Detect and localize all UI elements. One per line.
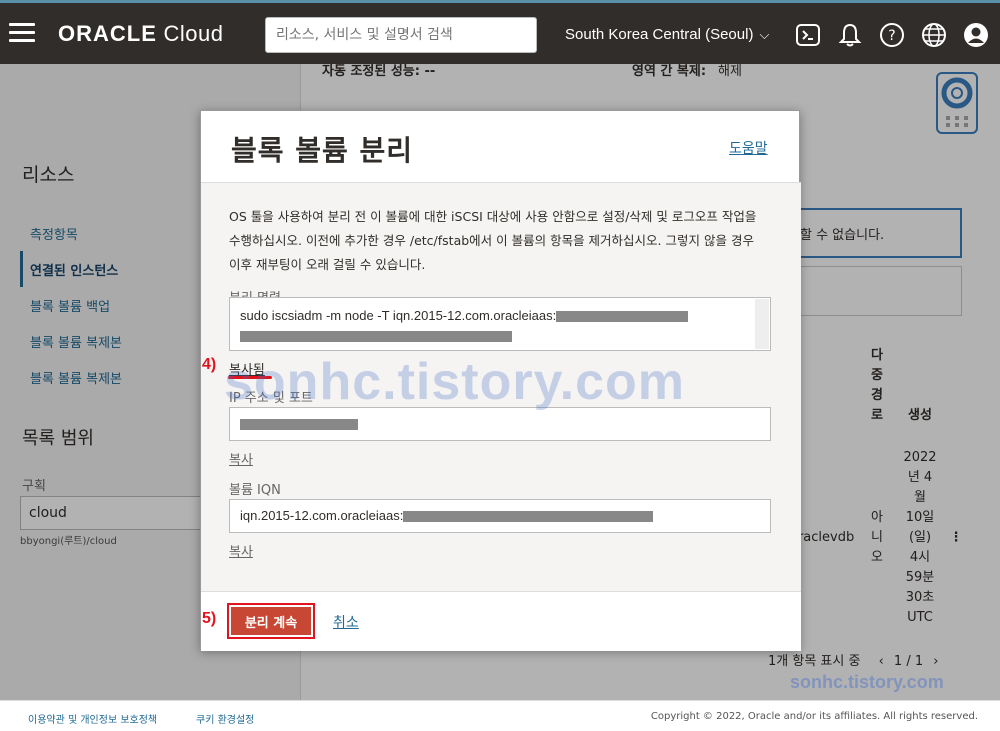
chevron-down-icon: ⌵ xyxy=(759,27,770,42)
page-footer: 이용약관 및 개인정보 보호정책 쿠키 환경설정 Copyright © 202… xyxy=(0,700,1000,731)
cancel-link[interactable]: 취소 xyxy=(333,612,359,632)
watermark: sonhc.tistory.com xyxy=(224,353,686,411)
oracle-cloud-logo[interactable]: ORACLE Cloud xyxy=(58,21,223,47)
volume-iqn-field[interactable]: iqn.2015-12.com.oracleiaas: xyxy=(229,499,771,533)
region-selector[interactable]: South Korea Central (Seoul) ⌵ xyxy=(565,26,769,43)
redacted-text xyxy=(556,311,689,323)
cloud-shell-icon[interactable] xyxy=(795,22,821,48)
hamburger-menu-icon[interactable] xyxy=(9,23,35,43)
cookie-preferences-link[interactable]: 쿠키 환경설정 xyxy=(196,711,254,726)
redacted-text xyxy=(240,419,358,431)
detach-instructions: OS 툴을 사용하여 분리 전 이 볼륨에 대한 iSCSI 대상에 사용 안함… xyxy=(229,209,757,272)
detach-command-field[interactable]: sudo iscsiadm -m node -T iqn.2015-12.com… xyxy=(229,297,771,351)
copyright-text: Copyright © 2022, Oracle and/or its affi… xyxy=(650,711,978,722)
volume-iqn-label: 볼륨 IQN xyxy=(229,483,281,498)
top-navigation-bar: ORACLE Cloud South Korea Central (Seoul)… xyxy=(0,0,1000,64)
globe-language-icon[interactable] xyxy=(921,22,947,48)
detach-command-text: sudo iscsiadm -m node -T iqn.2015-12.com… xyxy=(240,308,557,323)
ip-port-field[interactable] xyxy=(229,407,771,441)
continue-detach-button[interactable]: 분리 계속 xyxy=(227,603,315,639)
terms-privacy-link[interactable]: 이용약관 및 개인정보 보호정책 xyxy=(28,711,157,726)
dialog-title: 블록 볼륨 분리 xyxy=(231,134,414,167)
watermark-small: sonhc.tistory.com xyxy=(790,672,944,692)
copy-iqn-link[interactable]: 복사 xyxy=(229,541,253,560)
redacted-text xyxy=(403,511,654,523)
profile-avatar-icon[interactable] xyxy=(963,22,989,48)
copy-ip-link[interactable]: 복사 xyxy=(229,449,253,468)
volume-iqn-text: iqn.2015-12.com.oracleiaas: xyxy=(240,508,404,523)
help-icon[interactable]: ? xyxy=(879,22,905,48)
bell-icon[interactable] xyxy=(837,22,863,48)
dialog-footer: 분리 계속 취소 xyxy=(201,591,801,651)
help-link[interactable]: 도움말 xyxy=(729,138,768,158)
dialog-header: 블록 볼륨 분리 도움말 xyxy=(201,111,801,183)
redacted-text xyxy=(240,331,512,343)
textarea-scrollbar[interactable] xyxy=(755,299,769,349)
svg-text:?: ? xyxy=(888,28,895,44)
step-5-annotation: 5) xyxy=(202,610,217,627)
search-input[interactable] xyxy=(265,17,537,53)
step-4-annotation: 4) xyxy=(202,356,217,373)
